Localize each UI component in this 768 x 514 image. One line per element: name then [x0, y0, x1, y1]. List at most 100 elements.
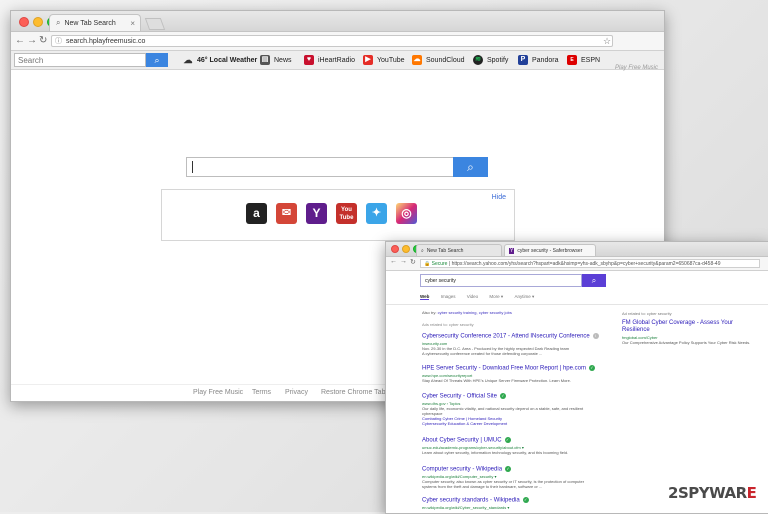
back-arrow-icon[interactable]: ←	[15, 35, 25, 46]
back-arrow-icon[interactable]: ←	[390, 258, 397, 265]
yahoo-search-button[interactable]: ⌕	[582, 274, 606, 287]
tab-cyber-security[interactable]: Y cyber security - Saferbrowser	[504, 244, 596, 256]
info-icon: i	[592, 333, 599, 339]
footer-link-terms[interactable]: Terms	[252, 389, 271, 396]
bookmark-star-icon[interactable]: ☆	[603, 36, 611, 47]
toolbar-link-spotify[interactable]: ≋ Spotify	[473, 55, 508, 65]
footer-link-privacy[interactable]: Privacy	[285, 389, 308, 396]
tab-title: cyber security - Saferbrowser	[517, 247, 583, 254]
tab-web[interactable]: Web	[420, 294, 430, 300]
yahoo-icon[interactable]: Y	[306, 203, 327, 224]
instagram-icon[interactable]: ◎	[396, 203, 417, 224]
result-url: en.wikipedia.org/wiki/Cyber_security_sta…	[422, 504, 510, 510]
result-title-text[interactable]: Cybersecurity Conference 2017 - Attend I…	[422, 334, 590, 340]
main-search-input[interactable]	[186, 157, 454, 177]
url-field[interactable]: ⓘ search.hplayfreemusic.co	[51, 35, 613, 47]
tab-title: New Tab Search	[64, 19, 116, 27]
result-title[interactable]: Computer security - Wikipedia ✓	[422, 466, 612, 473]
toolbar-search-button[interactable]: ⌕	[146, 53, 168, 67]
result-sublink[interactable]: Cybersecurity Education & Career Develop…	[422, 421, 612, 426]
amazon-icon[interactable]: a	[246, 203, 267, 224]
result-description: Learn about cyber security, information …	[422, 449, 569, 455]
result-description: systems from the theft and damage to the…	[422, 483, 543, 489]
tab-images[interactable]: Images	[441, 294, 456, 299]
ad-title[interactable]: FM Global Cyber Coverage - Assess Your R…	[622, 320, 752, 334]
address-bar-row: ← → ↻ ⓘ search.hplayfreemusic.co ☆	[11, 32, 664, 51]
toolbar-link-label: iHeartRadio	[318, 56, 355, 64]
toolbar-link-weather[interactable]: ☁ 46° Local Weather	[183, 55, 258, 65]
youtube-icon[interactable]: You Tube	[336, 203, 357, 224]
toolbar-link-soundcloud[interactable]: ☁ SoundCloud	[412, 55, 465, 65]
search-result: HPE Server Security - Download Free Moor…	[422, 365, 612, 383]
verified-check-icon: ✓	[522, 497, 529, 503]
watermark-accent: E	[746, 484, 757, 502]
spotify-icon: ≋	[473, 55, 483, 65]
watermark-logo: 2SPYWARE	[668, 484, 757, 502]
minimize-window-button[interactable]	[33, 17, 43, 27]
url-field[interactable]: 🔒 Secure | https://search.yahoo.com/yhs/…	[420, 259, 760, 268]
reload-icon[interactable]: ↻	[410, 258, 416, 266]
result-title[interactable]: Cyber Security - Official Site ✓	[422, 393, 612, 400]
main-search-button[interactable]: ⌕	[453, 157, 488, 177]
forward-arrow-icon[interactable]: →	[27, 35, 37, 46]
lock-icon: 🔒	[424, 261, 431, 267]
also-try-label: Also try:	[422, 310, 437, 315]
result-title[interactable]: Cyber security standards - Wikipedia ✓	[422, 497, 612, 504]
result-description: Stay Ahead Of Threats With HPE's Unique …	[422, 377, 571, 383]
toolbar-link-espn[interactable]: E ESPN	[567, 55, 600, 65]
toolbar-link-label: ESPN	[581, 56, 601, 64]
url-text: search.hplayfreemusic.co	[66, 37, 146, 45]
result-title[interactable]: About Cyber Security | UMUC ✓	[422, 437, 612, 444]
toolbar-link-label: 46° Local Weather	[197, 56, 258, 64]
toolbar-link-news[interactable]: ▤ News	[260, 55, 292, 65]
tab-anytime[interactable]: Anytime ▾	[514, 294, 534, 300]
brand-label: Play Free Music	[614, 65, 658, 71]
gmail-icon[interactable]: ✉	[276, 203, 297, 224]
quick-links-panel: Hide a ✉ Y You Tube ✦ ◎	[161, 189, 515, 241]
new-tab-button[interactable]	[144, 18, 166, 30]
iheartradio-icon: ♥	[304, 55, 314, 65]
tab-new-tab-search[interactable]: ⌕ New Tab Search ×	[49, 14, 141, 31]
also-try: Also try: cyber security training, cyber…	[422, 310, 512, 315]
close-window-button[interactable]	[19, 17, 29, 27]
verified-check-icon: ✓	[499, 393, 506, 399]
toolbar-link-youtube[interactable]: ▶ YouTube	[363, 55, 405, 65]
toolbar-link-label: YouTube	[377, 56, 405, 64]
footer-link[interactable]: Play Free Music	[193, 389, 243, 396]
close-window-button[interactable]	[391, 245, 399, 253]
result-title-text[interactable]: Cyber security standards - Wikipedia	[422, 498, 520, 504]
result-title[interactable]: HPE Server Security - Download Free Moor…	[422, 365, 612, 372]
search-icon: ⌕	[421, 247, 424, 254]
pandora-icon: P	[518, 55, 528, 65]
tab-new-tab-search[interactable]: ⌕ New Tab Search	[416, 244, 502, 256]
toolbar-link-label: Spotify	[487, 56, 509, 64]
address-bar-row: ← → ↻ 🔒 Secure | https://search.yahoo.co…	[386, 257, 768, 271]
divider	[386, 304, 768, 305]
cloud-icon: ☁	[183, 55, 193, 65]
result-title-text[interactable]: Cyber Security - Official Site	[422, 394, 497, 400]
toolbar-link-iheartradio[interactable]: ♥ iHeartRadio	[304, 55, 355, 65]
browser-window-yahoo-search: ⌕ New Tab Search Y cyber security - Safe…	[385, 241, 768, 514]
youtube-icon: ▶	[363, 55, 373, 65]
tab-title: New Tab Search	[426, 247, 464, 254]
tab-video[interactable]: Video	[467, 294, 478, 299]
result-title-text[interactable]: Computer security - Wikipedia	[422, 467, 502, 473]
ads-related-label: Ads related to: cyber security	[422, 322, 474, 327]
result-title[interactable]: Cybersecurity Conference 2017 - Attend I…	[422, 333, 612, 340]
toolbar-search-input[interactable]	[14, 53, 146, 67]
title-bar: ⌕ New Tab Search Y cyber security - Safe…	[386, 242, 768, 257]
url-text: https://search.yahoo.com/yhs/search?hspa…	[451, 261, 721, 267]
tab-more[interactable]: More ▾	[489, 294, 503, 300]
yahoo-search-input[interactable]: cyber security	[420, 274, 582, 287]
hide-link[interactable]: Hide	[492, 194, 506, 201]
result-title-text[interactable]: About Cyber Security | UMUC	[422, 438, 502, 444]
toolbar-link-label: Pandora	[532, 56, 559, 64]
twitter-icon[interactable]: ✦	[366, 203, 387, 224]
result-title-text[interactable]: HPE Server Security - Download Free Moor…	[422, 366, 586, 372]
toolbar-link-pandora[interactable]: P Pandora	[518, 55, 558, 65]
close-tab-icon[interactable]: ×	[130, 19, 135, 28]
minimize-window-button[interactable]	[402, 245, 410, 253]
forward-arrow-icon[interactable]: →	[400, 258, 407, 265]
also-try-links[interactable]: cyber security training, cyber security …	[438, 310, 512, 315]
reload-icon[interactable]: ↻	[39, 35, 47, 46]
